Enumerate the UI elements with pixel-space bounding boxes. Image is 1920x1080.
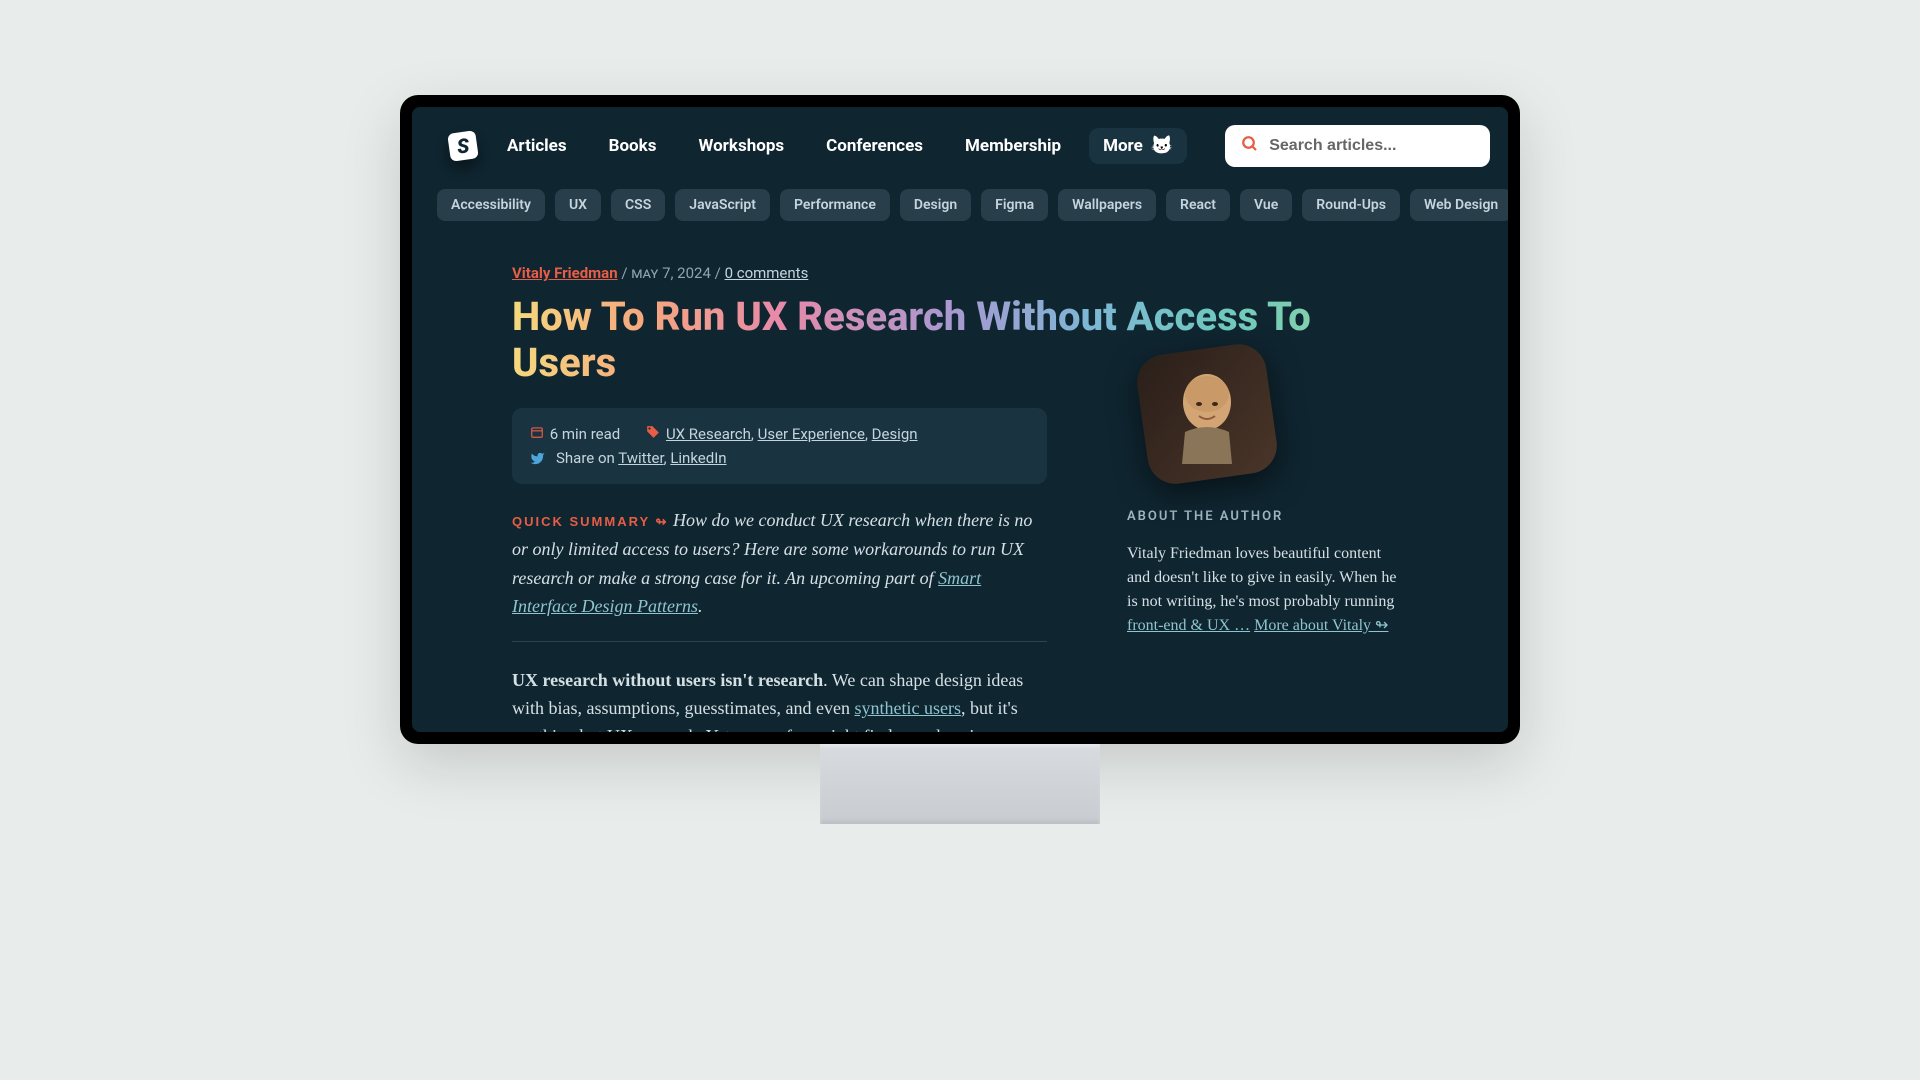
divider [512,641,1047,642]
search-box[interactable] [1225,125,1490,167]
search-icon [1241,135,1259,157]
tag-design[interactable]: Design [900,189,971,221]
logo[interactable]: S [447,130,479,162]
tag-filter-row: Accessibility UX CSS JavaScript Performa… [412,179,1508,229]
share-linkedin[interactable]: LinkedIn [670,449,726,467]
tag-javascript[interactable]: JavaScript [675,189,770,221]
main-column: Vitaly Friedman / may 7, 2024 / 0 commen… [512,264,1047,732]
nav-articles[interactable]: Articles [507,136,567,156]
more-label: More [1103,136,1143,156]
category-link-2[interactable]: User Experience [758,425,865,443]
twitter-icon [530,451,546,466]
author-link[interactable]: Vitaly Friedman [512,264,618,282]
share-twitter[interactable]: Twitter [618,449,663,467]
avatar-face-icon [1157,364,1257,464]
summary-label: QUICK SUMMARY ↬ [512,514,668,529]
main-nav: Articles Books Workshops Conferences Mem… [507,136,1061,156]
tag-webdesign[interactable]: Web Design [1410,189,1508,221]
sidebar: ABOUT THE AUTHOR Vitaly Friedman loves b… [1127,264,1407,732]
screen: S Articles Books Workshops Conferences M… [412,107,1508,732]
category-link-1[interactable]: UX Research [666,425,751,443]
body-paragraph-1: UX research without users isn't research… [512,667,1047,732]
meta-row-1: 6 min read UX Research, User Experience,… [530,422,1029,446]
more-button[interactable]: More 🐱 [1089,128,1187,164]
nav-workshops[interactable]: Workshops [698,136,784,156]
synthetic-users-link[interactable]: synthetic users [854,698,960,718]
more-about-link[interactable]: More about Vitaly ↬ [1254,617,1388,634]
frontend-ux-link[interactable]: front-end & UX … [1127,617,1250,634]
meta-box: 6 min read UX Research, User Experience,… [512,408,1047,484]
about-author-label: ABOUT THE AUTHOR [1127,509,1407,524]
share-prefix: Share on [556,449,618,467]
nav-membership[interactable]: Membership [965,136,1061,156]
tag-vue[interactable]: Vue [1240,189,1292,221]
tag-react[interactable]: React [1166,189,1230,221]
tag-icon [646,425,662,439]
nav-books[interactable]: Books [609,136,657,156]
about-author-text: Vitaly Friedman loves beautiful content … [1127,542,1407,638]
nav-conferences[interactable]: Conferences [826,136,923,156]
tag-figma[interactable]: Figma [981,189,1048,221]
publish-date: may 7, 2024 [631,264,711,282]
meta-row-2: Share on Twitter, LinkedIn [530,446,1029,470]
tag-accessibility[interactable]: Accessibility [437,189,545,221]
monitor-stand [820,744,1100,824]
tag-performance[interactable]: Performance [780,189,890,221]
search-input[interactable] [1269,137,1488,155]
tag-wallpapers[interactable]: Wallpapers [1058,189,1156,221]
tag-roundups[interactable]: Round-Ups [1302,189,1400,221]
content: Vitaly Friedman / may 7, 2024 / 0 commen… [412,229,1508,732]
quick-summary: QUICK SUMMARY ↬ How do we conduct UX res… [512,506,1047,621]
comments-link[interactable]: 0 comments [725,264,809,282]
tag-css[interactable]: CSS [611,189,665,221]
calendar-icon [530,425,546,439]
read-time: 6 min read [550,425,620,443]
cat-icon: 🐱 [1151,137,1173,155]
monitor-frame: S Articles Books Workshops Conferences M… [400,95,1520,744]
article-meta: Vitaly Friedman / may 7, 2024 / 0 commen… [512,264,1047,282]
smashing-logo-icon: S [447,130,479,162]
tag-ux[interactable]: UX [555,189,601,221]
header: S Articles Books Workshops Conferences M… [412,107,1508,179]
author-avatar [1134,341,1281,488]
category-link-3[interactable]: Design [872,425,918,443]
